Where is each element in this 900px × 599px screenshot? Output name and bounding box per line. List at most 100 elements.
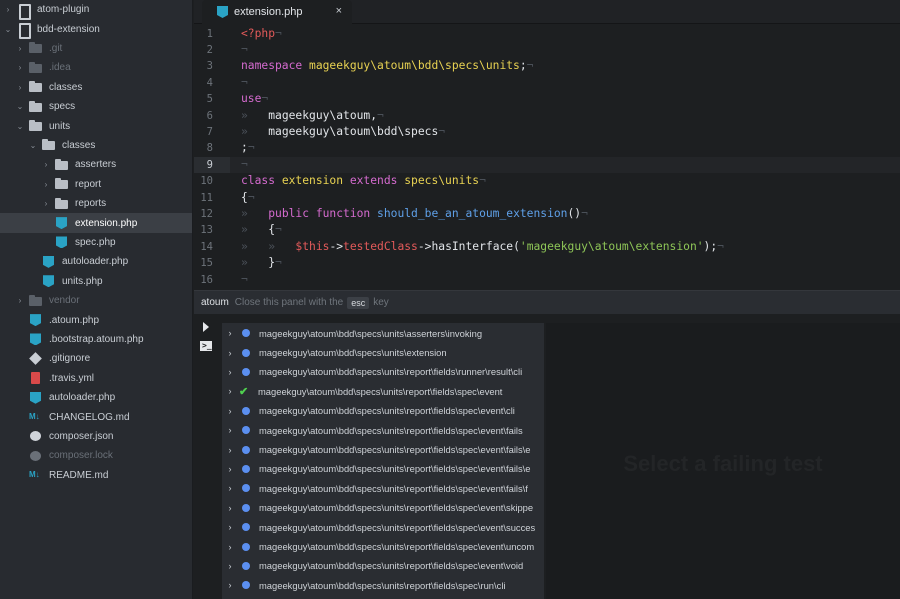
tree-item-asserters[interactable]: › asserters	[0, 155, 192, 174]
tree-item-spec-php[interactable]: spec.php	[0, 233, 192, 252]
code-line[interactable]: <?php¬	[241, 26, 282, 42]
tree-item-label: autoloader.php	[49, 392, 116, 404]
tree-item-label: specs	[49, 101, 76, 113]
tree-item-bdd-extension[interactable]: ⌄ bdd-extension	[0, 19, 192, 40]
chevron-right-icon[interactable]: ›	[223, 406, 237, 416]
tree-item-changelog-md[interactable]: CHANGELOG.md	[0, 407, 192, 426]
code-line[interactable]: » mageekguy\atoum,¬	[241, 108, 384, 124]
chevron-right-icon[interactable]: ›	[223, 367, 237, 377]
tree-item-specs[interactable]: ⌄ specs	[0, 97, 192, 116]
chevron-right-icon[interactable]: ›	[223, 386, 237, 396]
test-row[interactable]: › mageekguy\atoum\bdd\specs\units\report\…	[222, 479, 544, 498]
code-line[interactable]: ¬	[241, 272, 248, 288]
test-row[interactable]: › mageekguy\atoum\bdd\specs\units\asserte…	[222, 324, 544, 343]
chevron-right-icon[interactable]: ›	[223, 542, 237, 552]
code-token: ¬	[275, 26, 282, 40]
code-line[interactable]: » public function should_be_an_atoum_ext…	[241, 206, 588, 222]
test-row[interactable]: › ✔ mageekguy\atoum\bdd\specs\units\report…	[222, 382, 544, 401]
chevron-right-icon[interactable]: ›	[223, 483, 237, 493]
tree-item-git[interactable]: › .git	[0, 39, 192, 58]
chevron-right-icon[interactable]: ›	[3, 5, 13, 14]
test-row[interactable]: › mageekguy\atoum\bdd\specs\units\report\…	[222, 440, 544, 459]
terminal-icon[interactable]: >_	[200, 341, 212, 351]
line-number: 5	[206, 93, 213, 106]
tree-item-composer-lock[interactable]: composer.lock	[0, 446, 192, 465]
tab-extension-php[interactable]: extension.php ×	[202, 0, 352, 24]
tree-item-readme-md[interactable]: README.md	[0, 466, 192, 485]
chevron-right-icon[interactable]: ›	[223, 503, 237, 513]
code-line[interactable]: » }¬	[241, 255, 282, 271]
tree-item-label: atom-plugin	[37, 4, 90, 16]
test-row[interactable]: › mageekguy\atoum\bdd\specs\units\report\…	[222, 556, 544, 575]
code-line[interactable]: use¬	[241, 91, 268, 107]
chevron-right-icon[interactable]: ›	[15, 44, 25, 53]
chevron-down-icon[interactable]: ⌄	[3, 25, 13, 34]
chevron-right-icon[interactable]: ›	[15, 63, 25, 72]
code-line[interactable]: {¬	[241, 190, 255, 206]
code-line[interactable]: ¬	[241, 42, 248, 58]
tree-item-idea[interactable]: › .idea	[0, 58, 192, 77]
test-row[interactable]: › mageekguy\atoum\bdd\specs\units\report\…	[222, 459, 544, 478]
chevron-right-icon[interactable]: ›	[15, 296, 25, 305]
code-token: ¬	[241, 157, 248, 171]
chevron-right-icon[interactable]: ›	[41, 160, 51, 169]
test-row[interactable]: › mageekguy\atoum\bdd\specs\units\report\…	[222, 518, 544, 537]
atoum-panel-header: atoum Close this panel with the esc key	[194, 290, 900, 314]
test-row[interactable]: › mageekguy\atoum\bdd\specs\units\report\…	[222, 362, 544, 381]
code-line[interactable]: ;¬	[241, 140, 255, 156]
code-line[interactable]: ¬	[241, 75, 248, 91]
tree-item-vendor[interactable]: › vendor	[0, 291, 192, 310]
code-line[interactable]: » » $this->testedClass->hasInterface('ma…	[241, 239, 724, 255]
test-row[interactable]: › mageekguy\atoum\bdd\specs\units\report\…	[222, 421, 544, 440]
tree-item-classes[interactable]: › classes	[0, 78, 192, 97]
tree-item-travis-yml[interactable]: .travis.yml	[0, 369, 192, 388]
tree-item-bootstrap-atoum-php[interactable]: .bootstrap.atoum.php	[0, 330, 192, 349]
chevron-right-icon[interactable]: ›	[223, 522, 237, 532]
code-line[interactable]: » {¬	[241, 222, 282, 238]
test-row[interactable]: › mageekguy\atoum\bdd\specs\units\report\…	[222, 537, 544, 556]
code-line[interactable]: ¬	[241, 157, 248, 173]
chevron-right-icon[interactable]: ›	[223, 445, 237, 455]
tree-item-autoloader-php[interactable]: autoloader.php	[0, 388, 192, 407]
tree-item-extension-php[interactable]: extension.php	[0, 213, 192, 233]
test-row[interactable]: › mageekguy\atoum\bdd\specs\units\report\…	[222, 576, 544, 595]
tree-item-report[interactable]: › report	[0, 175, 192, 194]
code-editor[interactable]: 1234567891011121314151617 <?php¬¬namespa…	[194, 25, 900, 290]
tree-item-classes[interactable]: ⌄ classes	[0, 136, 192, 155]
run-play-icon[interactable]	[203, 322, 209, 332]
chevron-right-icon[interactable]: ›	[41, 180, 51, 189]
chevron-right-icon[interactable]: ›	[223, 561, 237, 571]
test-name: mageekguy\atoum\bdd\specs\units\report\f…	[259, 541, 535, 553]
chevron-right-icon[interactable]: ›	[223, 348, 237, 358]
tree-item-units[interactable]: ⌄ units	[0, 116, 192, 135]
tree-item-autoloader-php[interactable]: autoloader.php	[0, 252, 192, 271]
code-line[interactable]: class extension extends specs\units¬	[241, 173, 486, 189]
chevron-right-icon[interactable]: ›	[223, 580, 237, 590]
test-row[interactable]: › mageekguy\atoum\bdd\specs\units\report\…	[222, 401, 544, 420]
chevron-right-icon[interactable]: ›	[41, 199, 51, 208]
tree-item-gitignore[interactable]: .gitignore	[0, 349, 192, 368]
chevron-down-icon[interactable]: ⌄	[15, 102, 25, 111]
test-row[interactable]: › mageekguy\atoum\bdd\specs\units\report\…	[222, 498, 544, 517]
chevron-down-icon[interactable]: ⌄	[28, 141, 38, 150]
tree-item-units-php[interactable]: units.php	[0, 272, 192, 291]
code-line[interactable]: » mageekguy\atoum\bdd\specs¬	[241, 124, 445, 140]
chevron-right-icon[interactable]: ›	[223, 464, 237, 474]
tree-item-reports[interactable]: › reports	[0, 194, 192, 213]
repo-icon	[17, 23, 31, 40]
tree-item-atom-plugin[interactable]: › atom-plugin	[0, 0, 192, 20]
code-line[interactable]: namespace mageekguy\atoum\bdd\specs\unit…	[241, 58, 533, 74]
code-token: testedClass	[343, 239, 418, 253]
chevron-right-icon[interactable]: ›	[15, 83, 25, 92]
code-token: ¬	[247, 141, 255, 155]
tree-item-composer-json[interactable]: composer.json	[0, 427, 192, 446]
check-icon: ✔	[239, 385, 249, 398]
test-row[interactable]: › mageekguy\atoum\bdd\specs\units\extensi…	[222, 343, 544, 362]
tree-item-atoum-php[interactable]: .atoum.php	[0, 310, 192, 329]
chevron-right-icon[interactable]: ›	[223, 425, 237, 435]
close-icon[interactable]: ×	[336, 5, 342, 17]
chevron-down-icon[interactable]: ⌄	[15, 122, 25, 131]
pending-dot-icon	[242, 367, 250, 376]
chevron-right-icon[interactable]: ›	[223, 328, 237, 338]
code-token: {	[241, 190, 248, 204]
